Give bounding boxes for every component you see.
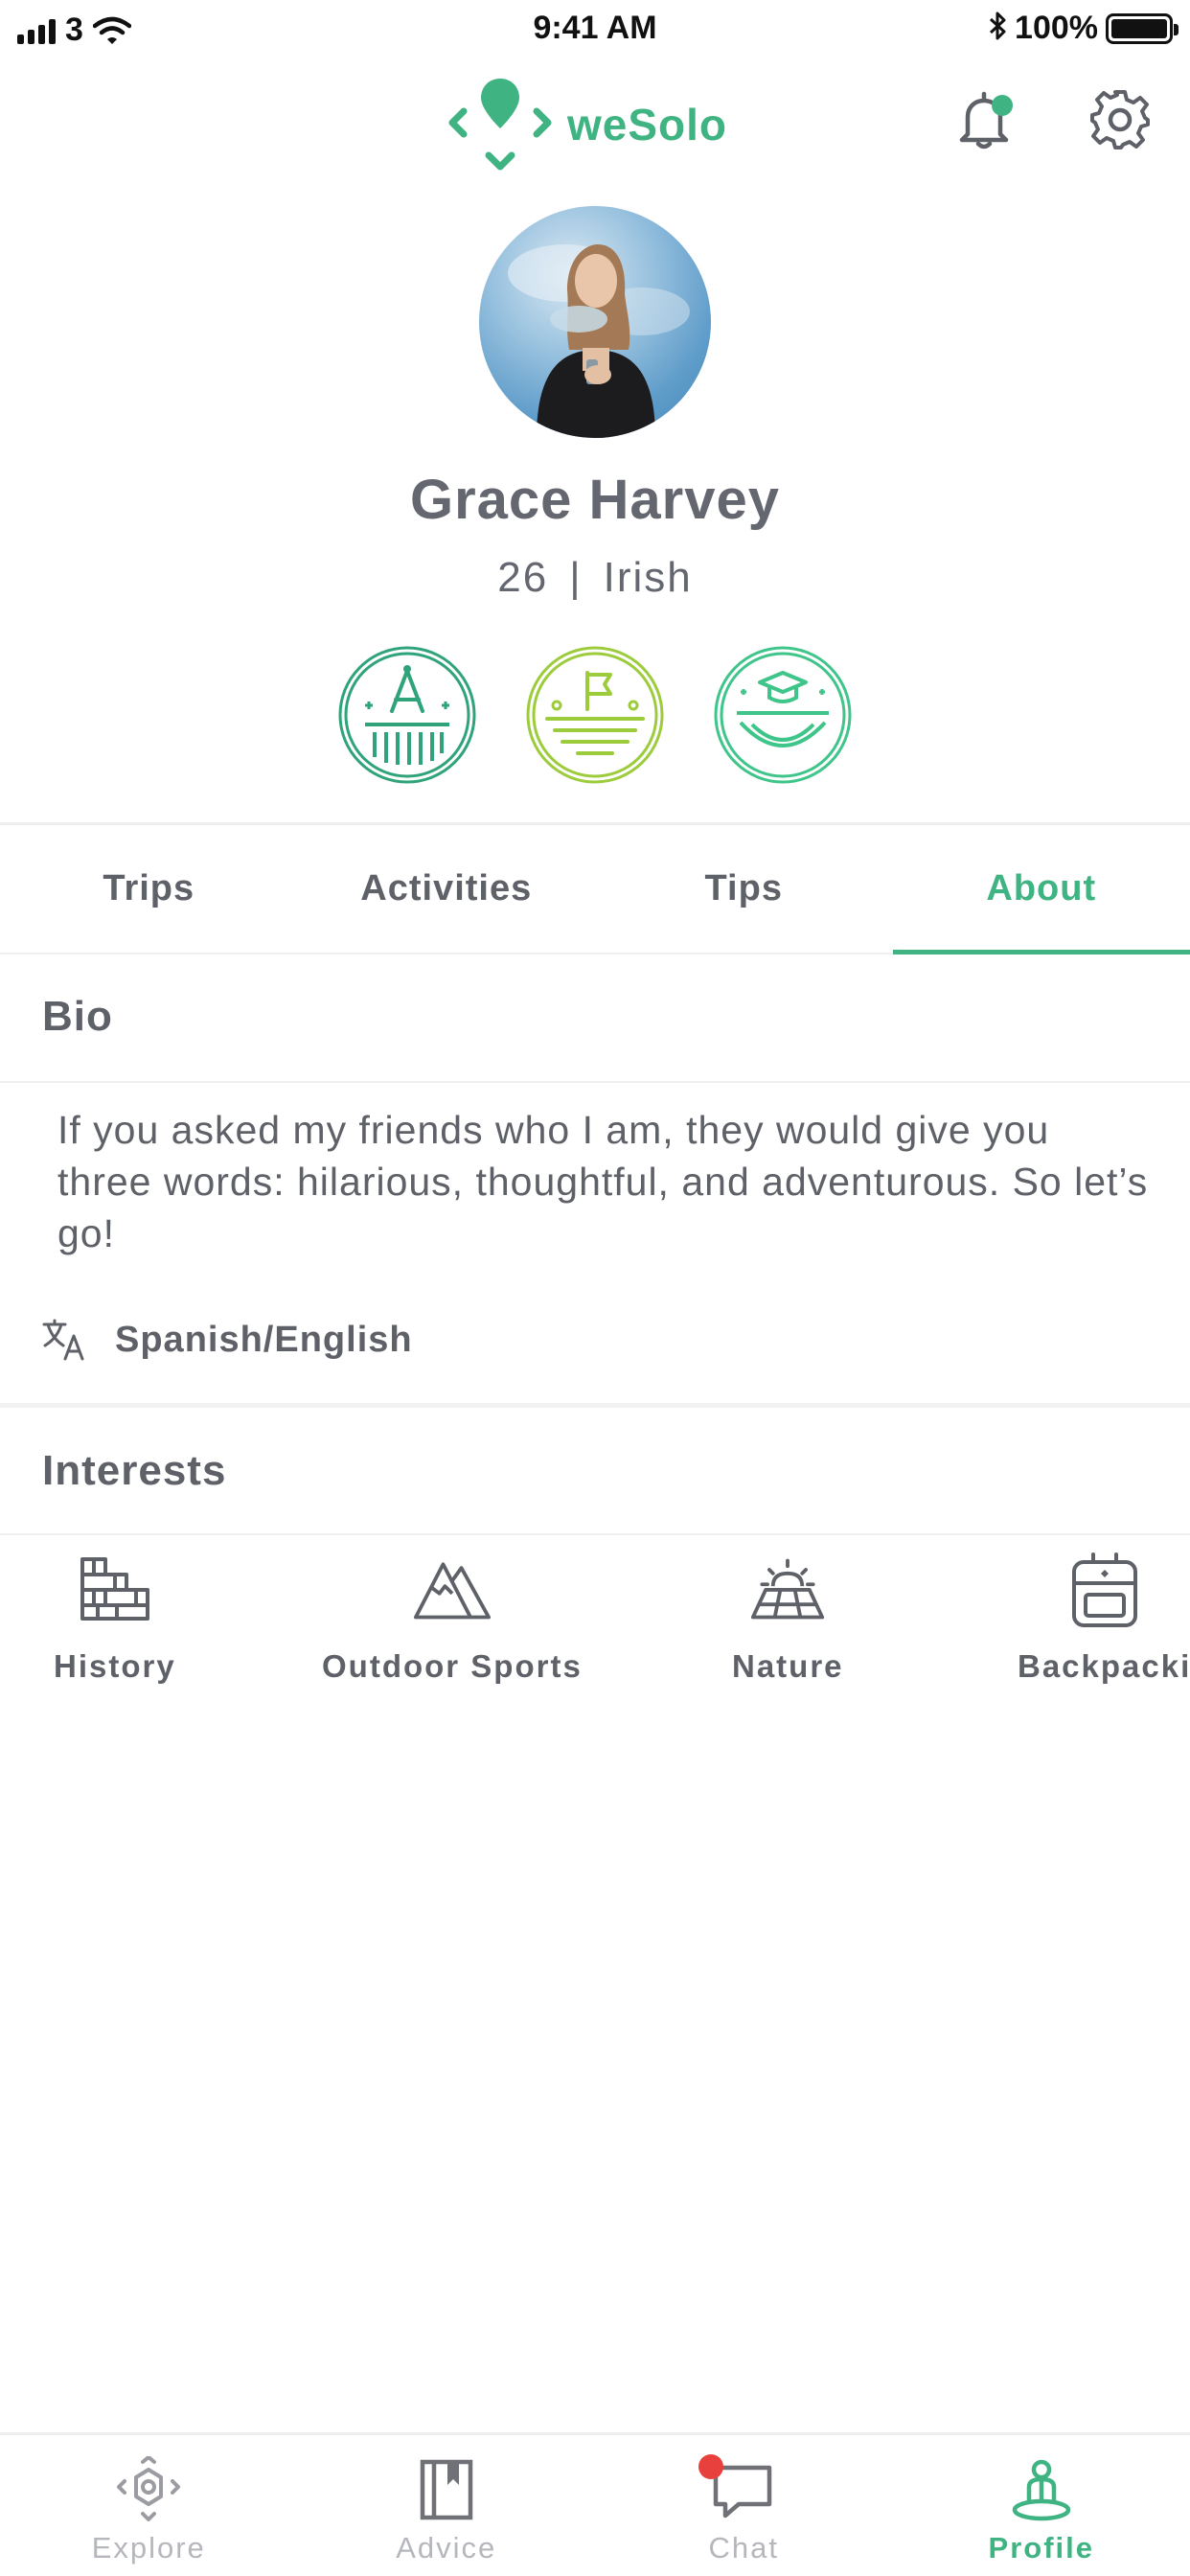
languages-row: Spanish/English [42,1319,413,1361]
tab-activities[interactable]: Activities [298,825,596,953]
sunrise-icon [749,1551,826,1627]
app-logo: weSolo [443,67,727,182]
bio-divider [0,1081,1190,1083]
notifications-button[interactable] [950,86,1018,153]
tab-trips[interactable]: Trips [0,825,298,953]
nav-label: Advice [396,2531,497,2564]
translate-icon [42,1319,84,1361]
achievement-badges [0,644,1190,786]
nav-chat[interactable]: Chat [595,2435,893,2576]
nav-label: Explore [91,2531,206,2564]
interest-label: Backpacki [1018,1648,1190,1684]
interests-heading: Interests [42,1447,227,1494]
profile-meta: 26 | Irish [0,554,1190,602]
tab-about[interactable]: About [892,825,1190,954]
settings-button[interactable] [1087,86,1154,153]
interest-label: Nature [732,1648,844,1684]
app-header: weSolo [0,59,1190,184]
profile-age: 26 [497,554,549,601]
battery-icon [1106,12,1179,44]
status-bar: 3 9:41 AM 100% [0,0,1190,59]
nav-advice[interactable]: Advice [298,2435,596,2576]
profile-name: Grace Harvey [409,469,781,531]
nav-profile[interactable]: Profile [893,2435,1190,2576]
interest-backpacking[interactable]: Backpacki [1018,1551,1190,1685]
gear-icon [1090,90,1150,150]
mountain-icon [413,1551,491,1627]
brand-name: weSolo [567,100,728,150]
languages-label: Spanish/English [115,1319,413,1360]
interest-nature[interactable]: Nature [732,1551,844,1685]
flag-badge-icon[interactable] [524,644,666,786]
interest-history[interactable]: History [54,1551,176,1685]
profile-avatar[interactable] [479,206,711,438]
bell-icon [959,91,1013,150]
book-icon [420,2459,472,2520]
interest-label: History [54,1648,176,1684]
section-divider [0,1403,1190,1408]
profile-tabs: Trips Activities Tips About [0,822,1190,954]
profile-screen: 3 9:41 AM 100% weSolo Grace Harvey 26 | … [0,0,1190,2576]
location-pin-logo-icon [448,79,552,171]
bottom-navigation: Explore Advice Chat Profile [0,2432,1190,2576]
wall-icon [77,1551,153,1627]
backpack-icon [1066,1551,1143,1627]
meta-separator: | [569,554,583,601]
battery-percentage: 100% [1015,10,1098,46]
nav-label: Profile [988,2531,1094,2564]
interest-label: Outdoor Sports [322,1648,583,1684]
interest-outdoor-sports[interactable]: Outdoor Sports [322,1551,583,1685]
chat-notification-dot [698,2454,723,2479]
nav-label: Chat [708,2531,779,2564]
bluetooth-icon [988,11,1007,46]
compass-badge-icon[interactable] [336,644,478,786]
interests-divider [0,1533,1190,1535]
bio-heading: Bio [42,993,113,1040]
nav-explore[interactable]: Explore [0,2435,298,2576]
profile-nationality: Irish [603,554,693,601]
bio-text: If you asked my friends who I am, they w… [57,1108,1149,1255]
tab-tips[interactable]: Tips [595,825,893,953]
interests-list: History Outdoor Sports Nature Backpacki [0,1551,1190,1704]
explore-icon [117,2456,181,2521]
profile-icon [1012,2459,1070,2521]
graduation-badge-icon[interactable] [712,644,854,786]
